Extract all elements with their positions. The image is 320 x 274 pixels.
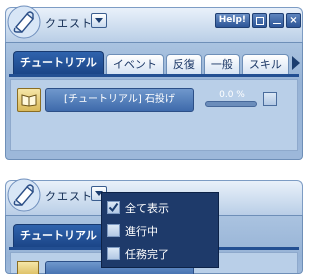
quest-book-icon (17, 261, 39, 274)
close-button[interactable]: × (286, 13, 301, 28)
help-button[interactable]: Help! (214, 13, 250, 28)
quest-book-icon (17, 88, 41, 112)
quest-name-button[interactable]: [チュートリアル] 石投げ (45, 88, 194, 112)
window-title: クエスト (45, 190, 93, 203)
close-icon: × (289, 14, 298, 26)
checkbox[interactable] (107, 224, 120, 237)
tab-general[interactable]: 一般 (203, 54, 240, 74)
checkbox[interactable] (107, 201, 120, 214)
checkmark-icon (108, 202, 119, 213)
quest-window-dropdown-open: クエスト チュートリアル イ 全て表示 進行中 (5, 177, 303, 274)
quest-scroll-icon (7, 5, 41, 39)
minimize-icon (272, 23, 281, 24)
tab-bar: チュートリアル イベント 反復 一般 スキル (13, 51, 289, 74)
quest-window: クエスト Help! × チュートリアル イベント 反復 一般 スキル [チュー… (5, 4, 303, 160)
quest-checkbox[interactable] (263, 92, 277, 106)
tab-repeat[interactable]: 反復 (165, 54, 202, 74)
filter-dropdown-menu: 全て表示 進行中 任務完了 (101, 192, 219, 268)
quest-panel: チュートリアル イベント 反復 一般 スキル [チュートリアル] 石投げ 0.0… (5, 42, 303, 160)
restore-icon (255, 16, 264, 25)
tab-tutorial[interactable]: チュートリアル (13, 51, 104, 74)
minimize-button[interactable] (269, 13, 284, 28)
window-title: クエスト (45, 17, 93, 30)
tab-tutorial[interactable]: チュートリアル (13, 224, 104, 247)
restore-button[interactable] (252, 13, 267, 28)
quest-list: [チュートリアル] 石投げ 0.0 % (10, 79, 298, 151)
menu-item-show-all[interactable]: 全て表示 (102, 196, 218, 219)
filter-dropdown-button[interactable] (91, 13, 107, 28)
checkbox[interactable] (107, 247, 120, 260)
menu-item-label: 任務完了 (125, 247, 169, 261)
chevron-down-icon (95, 18, 103, 23)
menu-item-label: 進行中 (125, 224, 158, 238)
tab-event[interactable]: イベント (105, 54, 164, 74)
tab-scroll-right-icon[interactable] (292, 56, 300, 70)
tab-underline (9, 74, 299, 77)
book-icon (21, 94, 37, 107)
list-item: [チュートリアル] 石投げ 0.0 % (17, 88, 289, 114)
tab-skill[interactable]: スキル (241, 54, 289, 74)
quest-scroll-icon (7, 178, 41, 212)
title-controls: Help! × (214, 13, 301, 28)
title-bar[interactable]: クエスト Help! × (5, 4, 303, 43)
menu-item-in-progress[interactable]: 進行中 (102, 219, 218, 242)
menu-item-label: 全て表示 (125, 201, 169, 215)
progress-percent: 0.0 % (219, 90, 245, 100)
progress-bar (205, 101, 257, 107)
menu-item-completed[interactable]: 任務完了 (102, 242, 218, 265)
